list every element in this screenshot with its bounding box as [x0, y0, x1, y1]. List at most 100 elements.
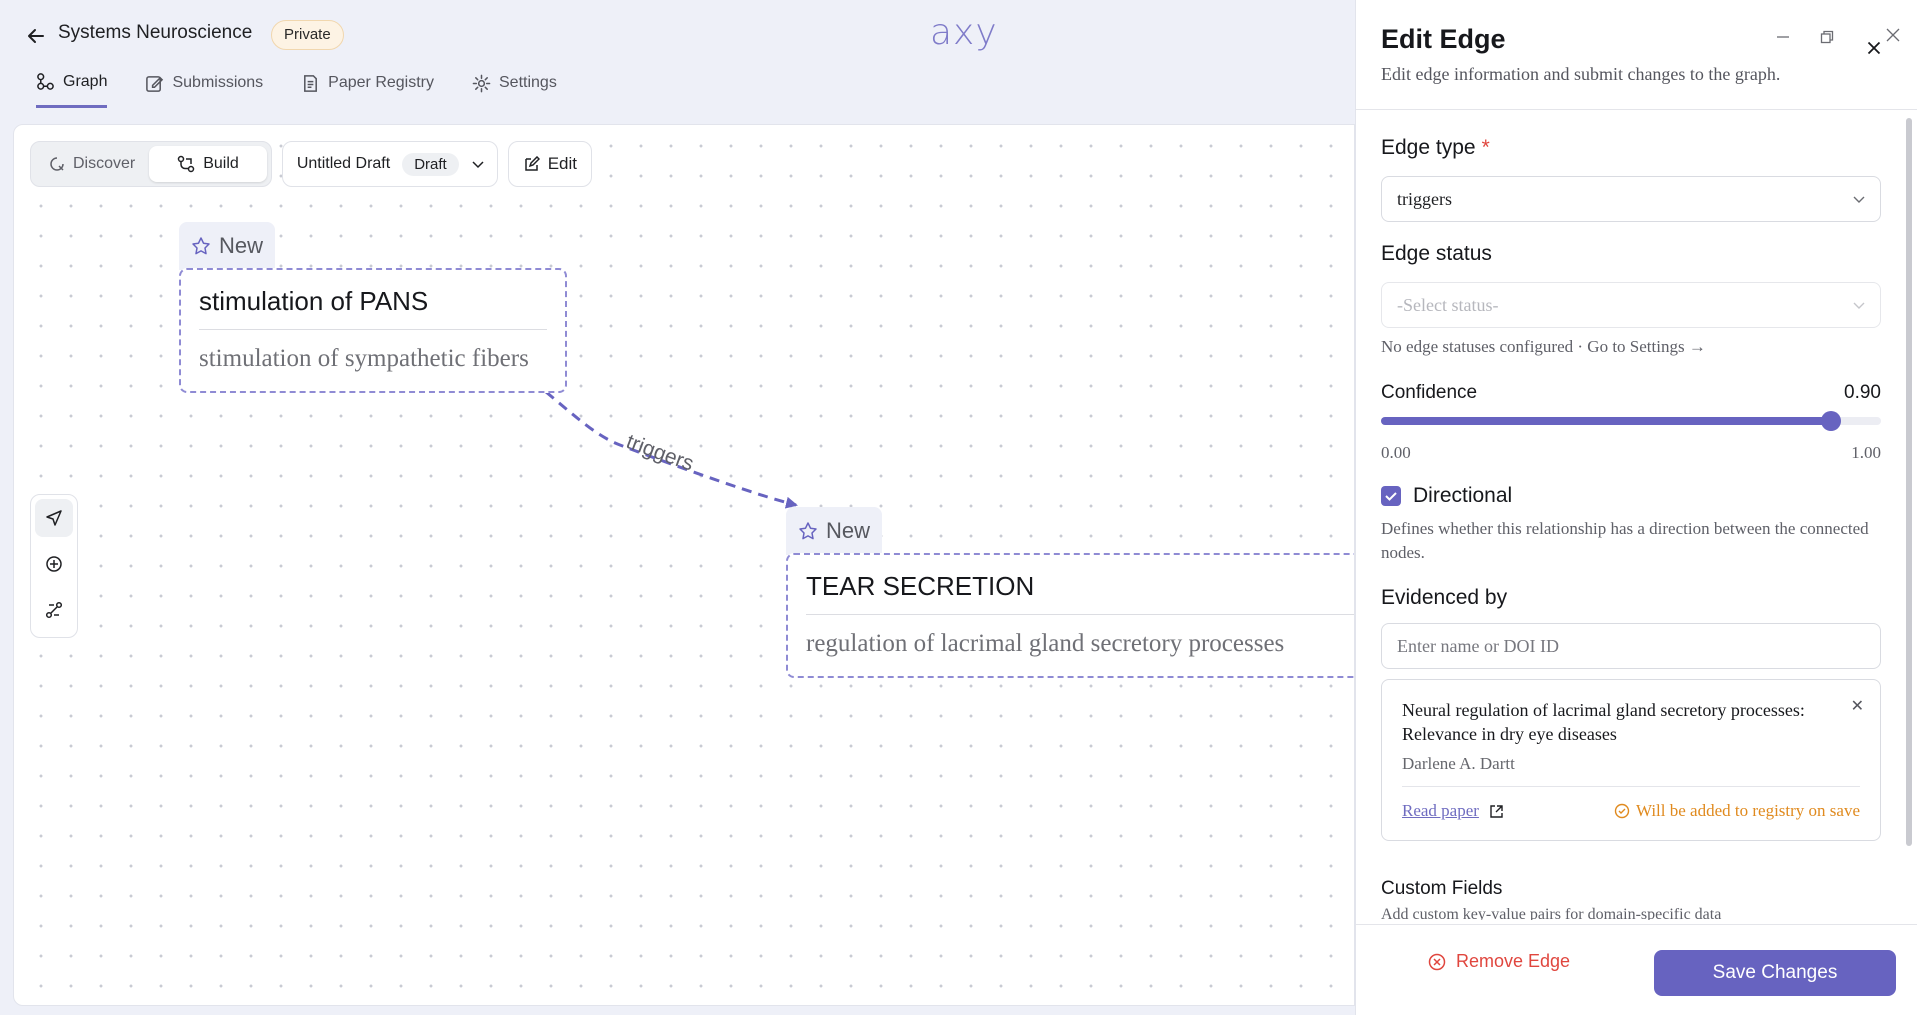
graph-node-stimulation-of-pans[interactable]: stimulation of PANS stimulation of sympa… [179, 268, 567, 393]
canvas-side-tools [30, 494, 78, 638]
graph-node-tear-secretion[interactable]: TEAR SECRETION regulation of lacrimal gl… [786, 553, 1354, 678]
chevron-down-icon [1853, 302, 1865, 309]
evidence-search-input[interactable] [1381, 623, 1881, 669]
minimize-icon[interactable] [1772, 26, 1794, 48]
remove-edge-button[interactable]: Remove Edge [1428, 951, 1570, 972]
edge-status-placeholder: -Select status- [1397, 294, 1499, 315]
remove-paper-icon[interactable]: ✕ [1851, 696, 1864, 716]
build-label: Build [203, 155, 239, 172]
pencil-icon [524, 155, 540, 171]
paper-registry-icon [304, 74, 318, 92]
panel-body: Edge type * triggers Edge status -Select … [1381, 110, 1881, 920]
star-icon [799, 522, 817, 540]
read-paper-link[interactable]: Read paper [1402, 801, 1504, 821]
draft-selector[interactable]: Untitled Draft Draft [281, 141, 498, 187]
connect-icon [45, 601, 63, 619]
directional-description: Defines whether this relationship has a … [1381, 519, 1869, 562]
panel-title: Edit Edge [1381, 24, 1506, 54]
edit-draft-button[interactable]: Edit [507, 141, 592, 187]
restore-icon[interactable] [1816, 26, 1838, 48]
panel-scrollbar[interactable] [1906, 118, 1912, 846]
check-icon [1385, 492, 1397, 501]
node-subtitle: stimulation of sympathetic fibers [199, 345, 529, 372]
project-title: Systems Neuroscience [58, 22, 253, 43]
node-tag-new: New [179, 222, 276, 270]
confidence-min: 0.00 [1381, 443, 1411, 462]
chevron-down-icon [472, 161, 484, 169]
directional-row: Directional [1381, 484, 1512, 508]
node-subtitle: regulation of lacrimal gland secretory p… [806, 630, 1285, 657]
draft-status-badge: Draft [402, 152, 459, 176]
slider-fill [1381, 417, 1831, 425]
save-changes-button[interactable]: Save Changes [1654, 950, 1896, 996]
evidenced-by-label: Evidenced by [1381, 586, 1508, 609]
directional-checkbox[interactable] [1381, 486, 1401, 506]
directional-label: Directional [1413, 484, 1513, 507]
custom-fields-label: Custom Fields [1381, 878, 1503, 899]
edge-status-label: Edge status [1381, 242, 1492, 265]
evidence-paper-card: ✕ Neural regulation of lacrimal gland se… [1381, 679, 1881, 841]
tab-submissions[interactable]: Submissions [145, 72, 263, 108]
panel-header: Edit Edge Edit edge information and subm… [1356, 0, 1917, 110]
gear-icon [472, 74, 491, 92]
tab-paper-registry[interactable]: Paper Registry [301, 72, 434, 108]
edge-status-select[interactable]: -Select status- [1381, 282, 1881, 328]
star-icon [192, 237, 210, 255]
slider-thumb[interactable] [1821, 411, 1841, 431]
node-title: stimulation of PANS [199, 286, 547, 330]
panel-subtitle: Edit edge information and submit changes… [1381, 64, 1781, 84]
draft-name: Untitled Draft [296, 155, 391, 172]
panel-footer: Remove Edge Save Changes [1356, 924, 1917, 1015]
remove-edge-label: Remove Edge [1456, 951, 1571, 971]
connect-tool[interactable] [35, 591, 73, 629]
add-node-tool[interactable] [35, 545, 73, 583]
read-paper-label: Read paper [1402, 801, 1479, 820]
canvas-toolbar: Discover Build Untitled Draft Draft Edit [30, 141, 592, 187]
paper-footer: Read paper Will be added to registry on … [1402, 801, 1860, 821]
add-node-icon [46, 556, 62, 572]
app-logo: axy [930, 12, 998, 53]
node-tag-label: New [826, 518, 871, 543]
edge-type-select[interactable]: triggers [1381, 176, 1881, 222]
edge-type-label-text: Edge type [1381, 136, 1476, 159]
tab-submissions-label: Submissions [172, 74, 264, 91]
edge-type-value: triggers [1397, 188, 1452, 209]
mode-switch: Discover Build [30, 141, 272, 187]
tab-graph-label: Graph [63, 72, 108, 90]
required-mark: * [1481, 136, 1490, 159]
edit-label: Edit [547, 154, 577, 173]
navigate-icon [46, 510, 62, 526]
paper-author: Darlene A. Dartt [1402, 754, 1860, 787]
back-arrow-icon[interactable] [24, 24, 48, 48]
paper-title: Neural regulation of lacrimal gland secr… [1402, 700, 1805, 744]
edge-type-label: Edge type * [1381, 136, 1490, 160]
confidence-value: 0.90 [1844, 382, 1881, 403]
node-tag-new: New [786, 507, 883, 555]
graph-icon [37, 73, 54, 90]
settings-link[interactable]: No edge statuses configured · Go to Sett… [1381, 337, 1706, 357]
top-bar: Systems Neuroscience Private axy Graph S… [0, 0, 1355, 124]
external-link-icon [1490, 804, 1503, 818]
scroll-thumb[interactable] [1906, 118, 1912, 846]
discover-label: Discover [73, 155, 136, 172]
confidence-slider[interactable] [1381, 411, 1881, 431]
graph-canvas[interactable]: Discover Build Untitled Draft Draft Edit [13, 124, 1355, 1006]
tab-settings[interactable]: Settings [472, 72, 557, 108]
build-icon [177, 155, 195, 173]
remove-circle-icon [1428, 953, 1446, 970]
check-circle-icon [1614, 803, 1630, 819]
build-button[interactable]: Build [149, 146, 267, 182]
confidence-label: Confidence [1381, 382, 1478, 403]
chevron-down-icon [1853, 196, 1865, 203]
confidence-max: 1.00 [1851, 443, 1881, 462]
close-panel-icon[interactable] [1862, 36, 1886, 60]
tab-graph[interactable]: Graph [36, 72, 108, 108]
discover-button[interactable]: Discover [35, 146, 149, 182]
edge-label[interactable]: triggers [623, 430, 697, 476]
main-nav: Graph Submissions Paper Registry Setting… [36, 72, 557, 108]
navigate-tool[interactable] [35, 499, 73, 537]
edit-edge-panel: Edit Edge Edit edge information and subm… [1355, 0, 1917, 1015]
node-tag-label: New [219, 233, 264, 258]
visibility-badge: Private [271, 20, 344, 50]
custom-fields-description: Add custom key-value pairs for domain-sp… [1381, 906, 1722, 920]
